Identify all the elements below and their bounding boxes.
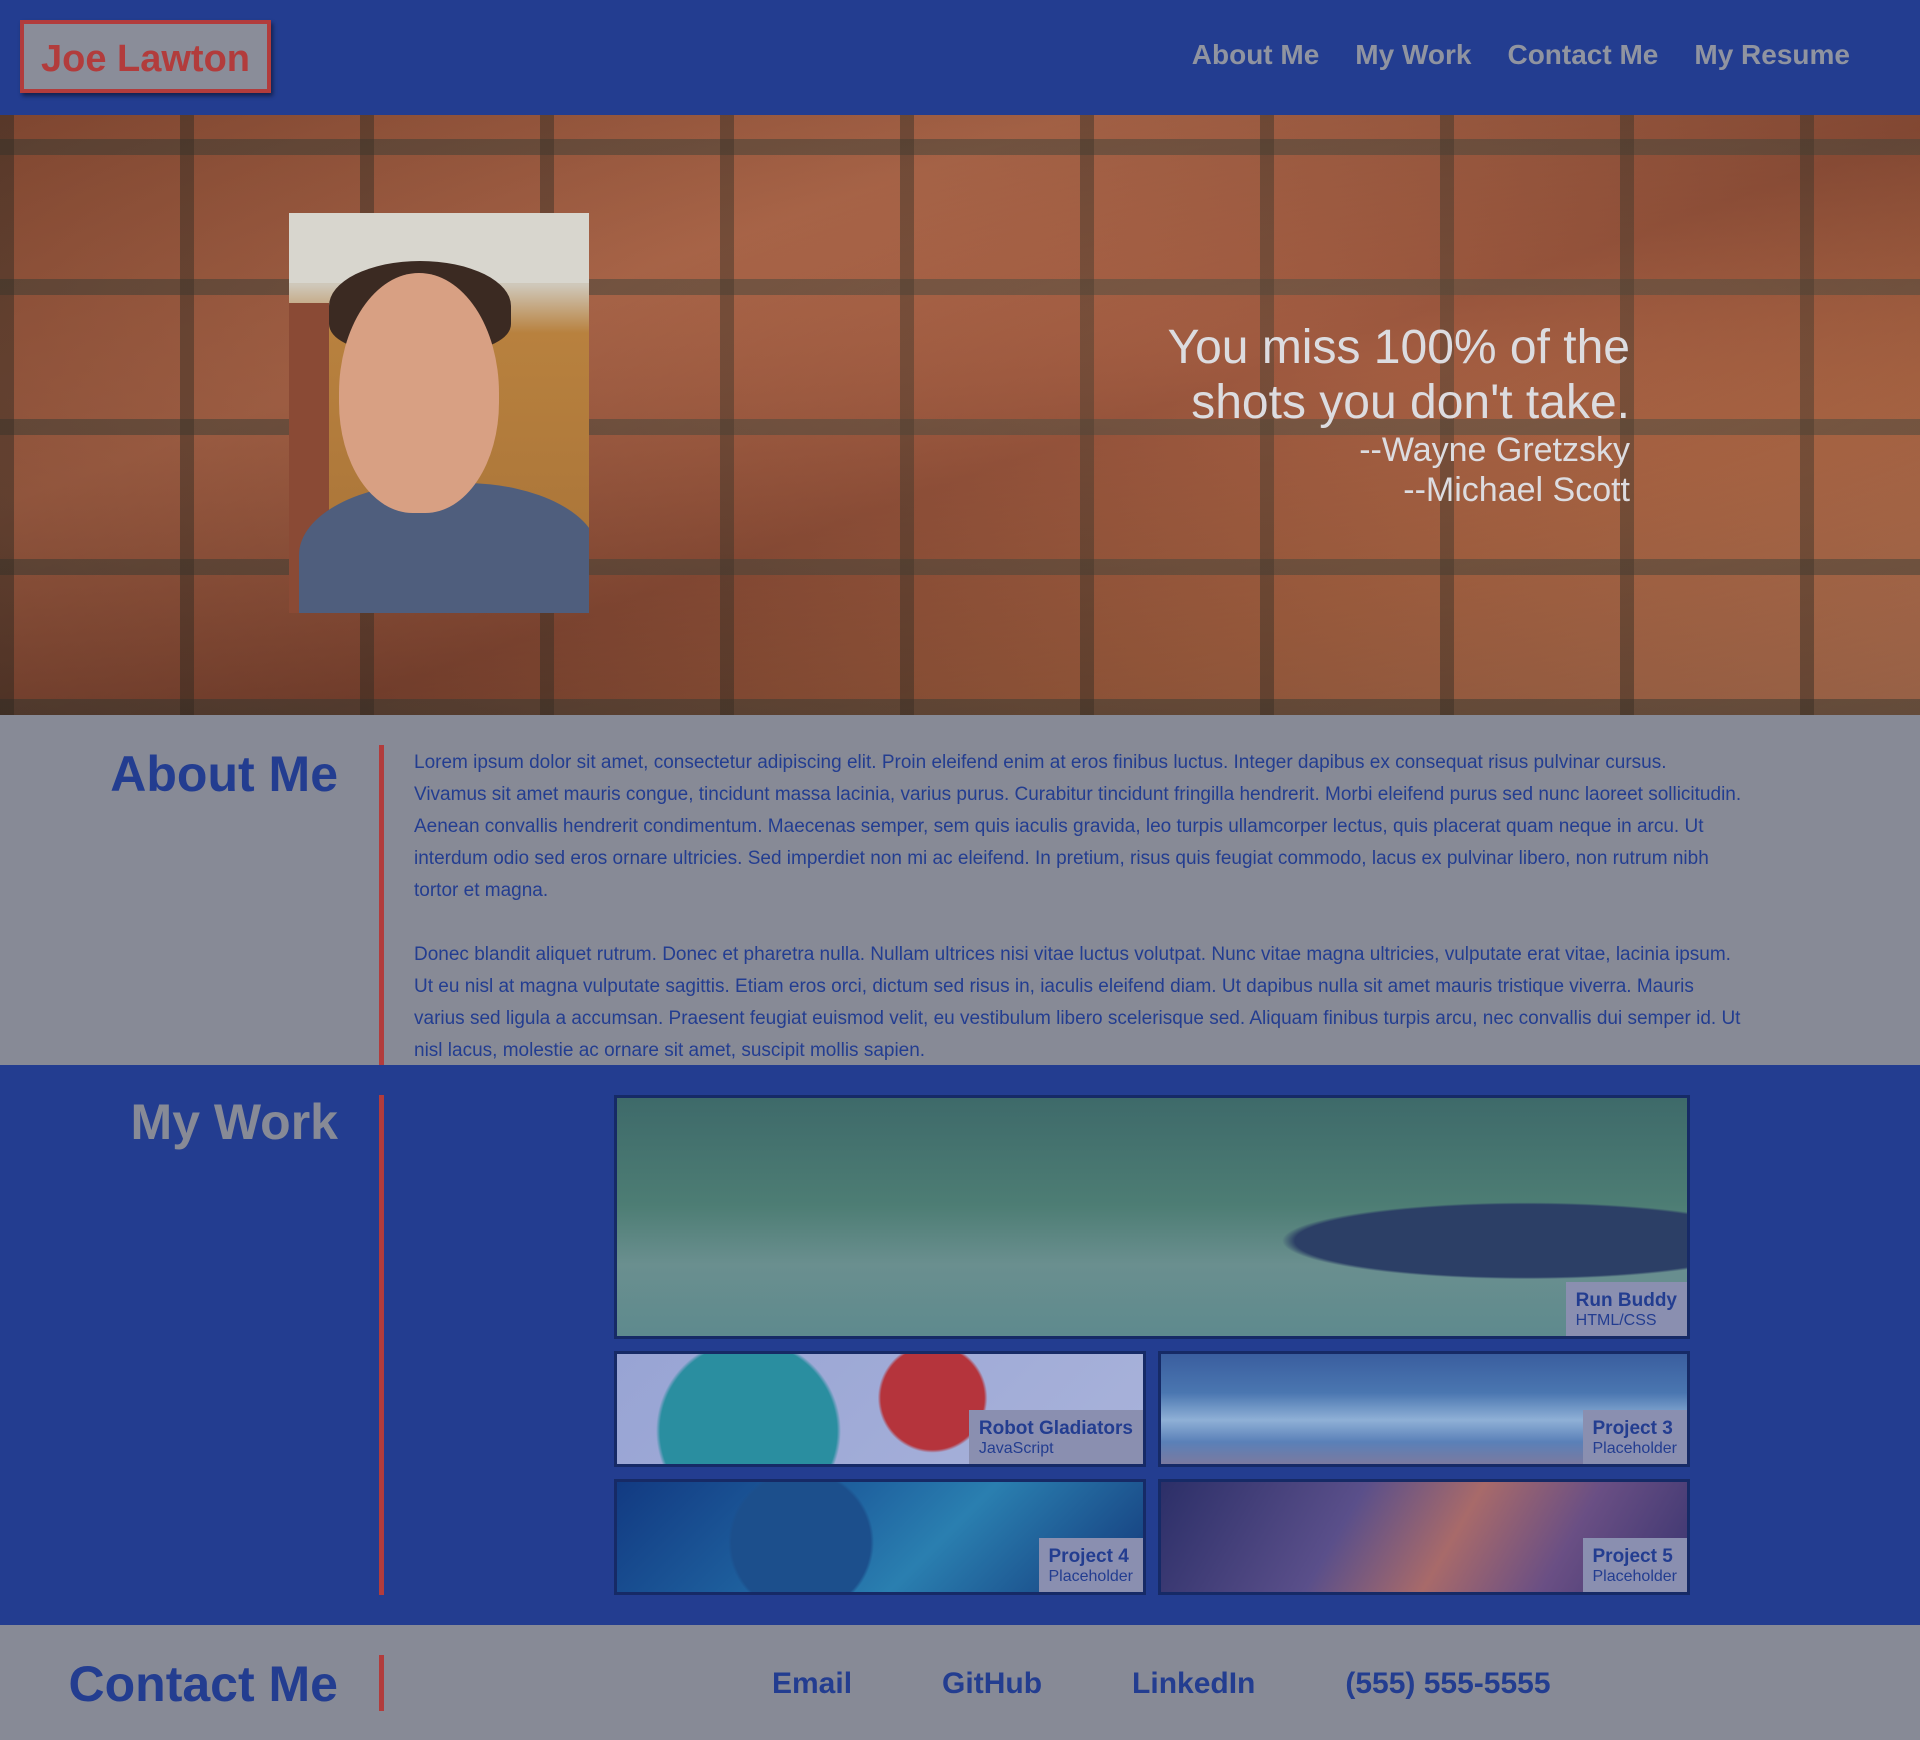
contact-phone-link[interactable]: (555) 555-5555 [1345, 1667, 1550, 1701]
work-section: My Work Run Buddy HTML/CSS Robot Gladiat… [0, 1065, 1920, 1625]
work-title: My Work [130, 1094, 338, 1150]
project-name: Robot Gladiators [978, 1418, 1133, 1439]
project-language: HTML/CSS [1575, 1312, 1657, 1329]
about-paragraph-2: Donec blandit aliquet rutrum. Donec et p… [414, 944, 1741, 1061]
about-text: Lorem ipsum dolor sit amet, consectetur … [414, 747, 1744, 1099]
project-language: JavaScript [978, 1440, 1054, 1457]
quote-line-1: You miss 100% of the [1167, 321, 1630, 374]
nav-my-work[interactable]: My Work [1355, 39, 1471, 71]
about-title: About Me [110, 746, 338, 802]
project-name: Run Buddy [1575, 1290, 1677, 1311]
quote-attribution-2: --Michael Scott [1403, 471, 1630, 509]
project-card-project-3[interactable]: Project 3 Placeholder [1158, 1351, 1690, 1467]
contact-github-link[interactable]: GitHub [942, 1667, 1042, 1701]
project-name: Project 4 [1048, 1546, 1129, 1567]
project-label: Robot Gladiators JavaScript [968, 1410, 1143, 1464]
contact-section: Contact Me Email GitHub LinkedIn (555) 5… [0, 1625, 1920, 1740]
project-name: Project 3 [1592, 1418, 1673, 1439]
project-label: Project 5 Placeholder [1582, 1538, 1687, 1592]
contact-linkedin-link[interactable]: LinkedIn [1132, 1667, 1255, 1701]
project-name: Project 5 [1592, 1546, 1673, 1567]
quote-attribution-1: --Wayne Gretzsky [1359, 431, 1630, 469]
work-divider [379, 1095, 384, 1595]
contact-links: Email GitHub LinkedIn (555) 555-5555 [772, 1667, 1641, 1701]
site-header: Joe Lawton About Me My Work Contact Me M… [0, 0, 1920, 115]
brick-wall-background [0, 115, 1920, 715]
main-nav: About Me My Work Contact Me My Resume [1156, 39, 1850, 71]
profile-photo [289, 213, 589, 613]
project-language: Placeholder [1592, 1568, 1678, 1585]
project-card-project-5[interactable]: Project 5 Placeholder [1158, 1479, 1690, 1595]
project-language: Placeholder [1592, 1440, 1678, 1457]
project-card-robot-gladiators[interactable]: Robot Gladiators JavaScript [614, 1351, 1146, 1467]
hero-quote: You miss 100% of the shots you don't tak… [1167, 320, 1630, 510]
about-section: About Me Lorem ipsum dolor sit amet, con… [0, 715, 1920, 1065]
contact-divider [379, 1655, 384, 1711]
project-image [617, 1098, 1687, 1336]
project-language: Placeholder [1048, 1568, 1134, 1585]
quote-line-2: shots you don't take. [1191, 376, 1630, 429]
nav-my-resume[interactable]: My Resume [1694, 39, 1850, 71]
project-label: Run Buddy HTML/CSS [1565, 1282, 1687, 1336]
project-label: Project 4 Placeholder [1038, 1538, 1143, 1592]
about-divider [379, 745, 384, 1065]
logo-text: Joe Lawton [40, 38, 251, 80]
contact-title: Contact Me [68, 1656, 338, 1712]
project-card-run-buddy[interactable]: Run Buddy HTML/CSS [614, 1095, 1690, 1339]
project-label: Project 3 Placeholder [1582, 1410, 1687, 1464]
contact-email-link[interactable]: Email [772, 1667, 852, 1701]
logo-box[interactable]: Joe Lawton [20, 20, 271, 93]
nav-about-me[interactable]: About Me [1192, 39, 1320, 71]
hero-banner: You miss 100% of the shots you don't tak… [0, 115, 1920, 715]
nav-contact-me[interactable]: Contact Me [1507, 39, 1658, 71]
project-card-project-4[interactable]: Project 4 Placeholder [614, 1479, 1146, 1595]
about-paragraph-1: Lorem ipsum dolor sit amet, consectetur … [414, 752, 1742, 901]
